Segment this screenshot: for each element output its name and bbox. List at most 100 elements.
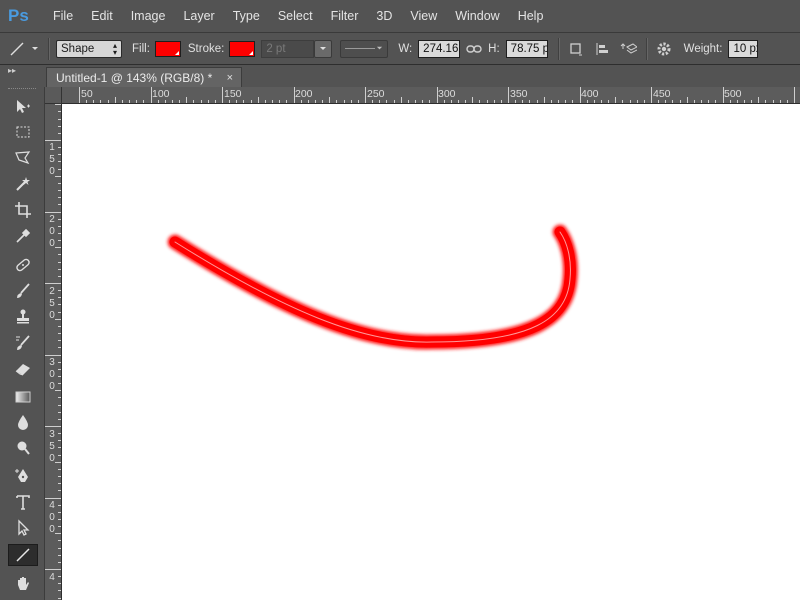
ruler-label: 400 [49,500,55,535]
menu-help[interactable]: Help [509,0,553,32]
type-icon [16,495,30,510]
lasso-tool[interactable] [8,147,38,169]
gradient-icon [15,391,31,403]
menu-type[interactable]: Type [224,0,269,32]
menu-view[interactable]: View [401,0,446,32]
ruler-label: 150 [49,142,55,177]
mode-select[interactable]: Shape ▴ ▾ [56,39,122,58]
menu-layer[interactable]: Layer [174,0,223,32]
menu-3d[interactable]: 3D [367,0,401,32]
ruler-label: 150 [224,88,242,100]
width-value: 274.16 [423,42,459,55]
height-field[interactable]: 78.75 p [505,39,548,58]
stamp-tool[interactable] [8,306,38,328]
arrow-icon [18,519,30,536]
ruler-label: 200 [49,214,55,249]
history-brush-tool[interactable] [8,332,38,354]
menu-filter[interactable]: Filter [322,0,368,32]
chevron-down-icon [32,46,38,50]
crop-icon [15,202,31,218]
path-arrangement-icon[interactable] [618,39,638,59]
chevron-down-icon [377,46,383,50]
ruler-label: 350 [49,429,55,464]
eyedropper-icon [16,228,31,243]
ruler-label: 500 [724,88,742,100]
brush-tool[interactable] [8,280,38,302]
horizontal-ruler[interactable]: 50 100 150 200 250 300 350 400 450 500 [62,87,800,104]
brush-icon [17,283,30,298]
canvas-artwork [167,224,578,350]
rect-marquee-icon [16,126,30,138]
ruler-label: 100 [152,88,170,100]
ruler-origin[interactable] [45,87,62,104]
pen-icon [15,469,28,482]
type-tool[interactable] [8,491,38,513]
path-operations-icon[interactable] [566,39,586,59]
hand-tool[interactable] [8,573,38,595]
close-icon[interactable]: × [227,72,233,84]
height-value: 78.75 p [510,42,548,55]
fill-color-swatch[interactable] [154,40,181,57]
options-bar: Shape ▴ ▾ Fill: Stroke: 2 pt W: 274.16 H:… [0,33,800,65]
blur-tool[interactable] [8,411,38,433]
pen-tool[interactable] [8,465,38,487]
menu-image[interactable]: Image [122,0,175,32]
ruler-label: 50 [81,88,93,100]
line-icon [16,548,30,562]
document-tab[interactable]: Untitled-1 @ 143% (RGB/8) * × [46,67,242,87]
menu-select[interactable]: Select [269,0,322,32]
toolbar-grip[interactable] [8,88,36,91]
horizontal-ruler-ticks [79,87,795,103]
line-tool-icon [10,42,24,55]
link-icon[interactable] [464,39,484,59]
magic-wand-tool[interactable] [8,173,38,195]
weight-field[interactable]: 10 px [728,39,759,58]
menu-edit[interactable]: Edit [82,0,122,32]
move-tool[interactable] [8,96,38,118]
stroke-width-field[interactable]: 2 pt [261,39,315,58]
vertical-ruler[interactable]: 150 200 250 300 350 400 4 [45,104,62,600]
menu-window[interactable]: Window [446,0,508,32]
tool-preset-picker[interactable] [6,39,42,59]
marquee-tool[interactable] [8,121,38,143]
eraser-tool[interactable] [8,358,38,380]
weight-label: Weight: [683,42,723,55]
path-outline [174,231,571,343]
eyedropper-tool[interactable] [8,225,38,247]
healing-tool[interactable] [8,254,38,276]
drop-icon [18,415,28,430]
ruler-label: 300 [49,357,55,392]
ruler-label: 250 [367,88,385,100]
ruler-label: 4 [49,572,55,583]
gear-icon[interactable] [654,39,674,59]
stroke-type-dropdown[interactable] [340,39,389,58]
eraser-icon [15,364,30,376]
width-field[interactable]: 274.16 [418,39,461,58]
dodge-tool[interactable] [8,437,38,459]
stroke-width-dropdown[interactable] [314,39,333,58]
stroke-label: Stroke: [187,42,225,55]
separator [48,37,50,60]
ruler-label: 350 [510,88,528,100]
menu-file[interactable]: File [44,0,82,32]
red-curved-stroke [167,224,578,350]
separator [557,37,560,60]
stroke-color-swatch[interactable] [229,40,256,57]
width-label: W: [398,42,413,55]
path-select-tool[interactable] [8,517,38,539]
path-alignment-icon[interactable] [592,39,612,59]
document-canvas[interactable] [62,104,800,600]
separator [645,37,648,60]
crop-tool[interactable] [8,199,38,221]
document-tab-title: Untitled-1 @ 143% (RGB/8) * [56,70,213,85]
stroke-line-sample [345,48,376,49]
line-tool[interactable] [8,544,38,566]
red-curved-stroke-core [169,226,576,348]
ruler-label: 400 [581,88,599,100]
weight-value: 10 px [733,42,757,55]
hand-icon [18,577,29,590]
ruler-label: 450 [653,88,671,100]
gradient-tool[interactable] [8,386,38,408]
chevron-down-icon [320,46,327,50]
collapse-panel-icon[interactable]: ▸▸ [8,66,16,75]
